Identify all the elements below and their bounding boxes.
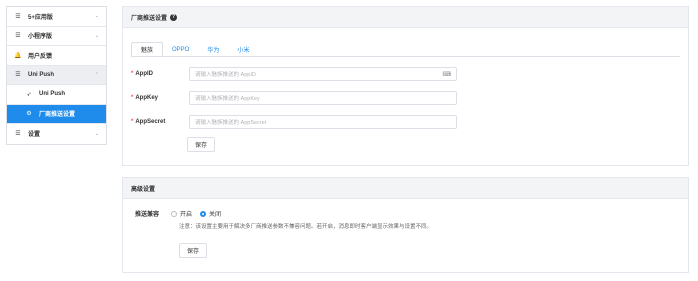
panel-title: 高级设置	[131, 186, 156, 193]
vendor-push-panel: 厂商推送设置 ? 魅族 OPPO 华为 小米 * AppID 请输入魅族推送的 A…	[122, 6, 689, 166]
required-mark: *	[131, 119, 134, 125]
sidebar-item-label: 小程序版	[28, 34, 53, 41]
chevron-up-icon: ⌃	[94, 71, 99, 78]
menu-list-icon: ☰	[15, 33, 21, 40]
sidebar-item-label: Uni Push	[28, 71, 55, 78]
vendor-tabs: 魅族 OPPO 华为 小米	[131, 42, 258, 57]
gear-icon: ⚙	[26, 111, 32, 118]
appid-label: * AppID	[131, 71, 154, 77]
advanced-settings-panel: 高级设置 推送兼容 开启 关闭 注意：该设置主要用于解决多厂商推送参数不兼容问题…	[122, 177, 689, 273]
sidebar-menu: ☰ 5+应用版 ⌄ ☰ 小程序版 ⌄ 🔔 用户反馈 ☰ Uni Push ⌃ ➶…	[6, 6, 107, 145]
menu-list-icon: ☰	[15, 13, 21, 20]
appkey-input[interactable]: 请输入魅族推送的 AppKey	[189, 91, 457, 105]
tab-divider	[131, 56, 680, 57]
sidebar-subitem-vendor-push-settings[interactable]: ⚙ 厂商推送设置	[7, 104, 106, 124]
tab-oppo[interactable]: OPPO	[163, 42, 198, 57]
radio-circle[interactable]	[171, 210, 178, 217]
push-compat-row: 推送兼容 开启 关闭	[135, 209, 229, 218]
appkey-row: * AppKey 请输入魅族推送的 AppKey	[131, 91, 457, 105]
required-mark: *	[131, 71, 134, 77]
panel-header: 高级设置	[123, 178, 688, 199]
appkey-placeholder: 请输入魅族推送的 AppKey	[195, 96, 260, 102]
appsecret-label: * AppSecret	[131, 119, 166, 125]
sidebar-item-label: 厂商推送设置	[39, 112, 76, 119]
push-compat-label: 推送兼容	[135, 212, 160, 218]
appid-row: * AppID 请输入魅族推送的 AppID ⌨	[131, 67, 457, 81]
sidebar-item-5plus-app[interactable]: ☰ 5+应用版 ⌄	[7, 7, 106, 27]
menu-list-icon: ☰	[15, 72, 21, 79]
advanced-save-button[interactable]: 保存	[179, 243, 208, 258]
compat-note: 注意：该设置主要用于解决多厂商推送参数不兼容问题。若开启，消息即时客户端显示效果…	[179, 224, 433, 230]
sidebar-item-mini-program[interactable]: ☰ 小程序版 ⌄	[7, 27, 106, 46]
help-icon[interactable]: ?	[170, 13, 178, 21]
appid-placeholder: 请输入魅族推送的 AppID	[195, 72, 256, 78]
sidebar-item-label: 用户反馈	[28, 53, 53, 60]
radio-label: 开启	[180, 212, 193, 218]
tab-meizu[interactable]: 魅族	[131, 42, 164, 57]
appsecret-row: * AppSecret 请输入魅族推送的 AppSecret	[131, 115, 457, 129]
chevron-down-icon: ⌄	[94, 32, 99, 39]
menu-list-icon: ☰	[15, 131, 21, 138]
radio-circle-selected[interactable]	[200, 210, 207, 217]
appsecret-input[interactable]: 请输入魅族推送的 AppSecret	[189, 115, 457, 129]
appsecret-placeholder: 请输入魅族推送的 AppSecret	[195, 120, 267, 126]
panel-title: 厂商推送设置	[131, 15, 168, 22]
save-button[interactable]: 保存	[187, 137, 216, 152]
chevron-down-icon: ⌄	[94, 13, 99, 20]
tab-xiaomi[interactable]: 小米	[228, 42, 258, 57]
radio-label: 关闭	[209, 212, 222, 218]
sidebar-item-label: Uni Push	[39, 91, 66, 98]
panel-header: 厂商推送设置 ?	[123, 7, 688, 28]
sidebar-item-user-feedback[interactable]: 🔔 用户反馈	[7, 46, 106, 66]
sidebar-item-label: 设置	[28, 132, 41, 139]
radio-enable[interactable]: 开启	[171, 209, 192, 218]
send-icon: ➶	[26, 91, 32, 98]
chevron-down-icon: ⌄	[94, 130, 99, 137]
sidebar-subitem-uni-push[interactable]: ➶ Uni Push	[7, 85, 106, 105]
sidebar-item-uni-push[interactable]: ☰ Uni Push ⌃	[7, 65, 106, 85]
tab-huawei[interactable]: 华为	[198, 42, 228, 57]
radio-disable[interactable]: 关闭	[200, 209, 221, 218]
appkey-label: * AppKey	[131, 95, 159, 101]
sidebar-item-label: 5+应用版	[28, 14, 53, 21]
sidebar-item-settings[interactable]: ☰ 设置 ⌄	[7, 124, 106, 144]
required-mark: *	[131, 95, 134, 101]
appid-input[interactable]: 请输入魅族推送的 AppID ⌨	[189, 67, 457, 81]
bell-icon: 🔔	[14, 52, 22, 59]
keyboard-icon[interactable]: ⌨	[442, 71, 451, 78]
